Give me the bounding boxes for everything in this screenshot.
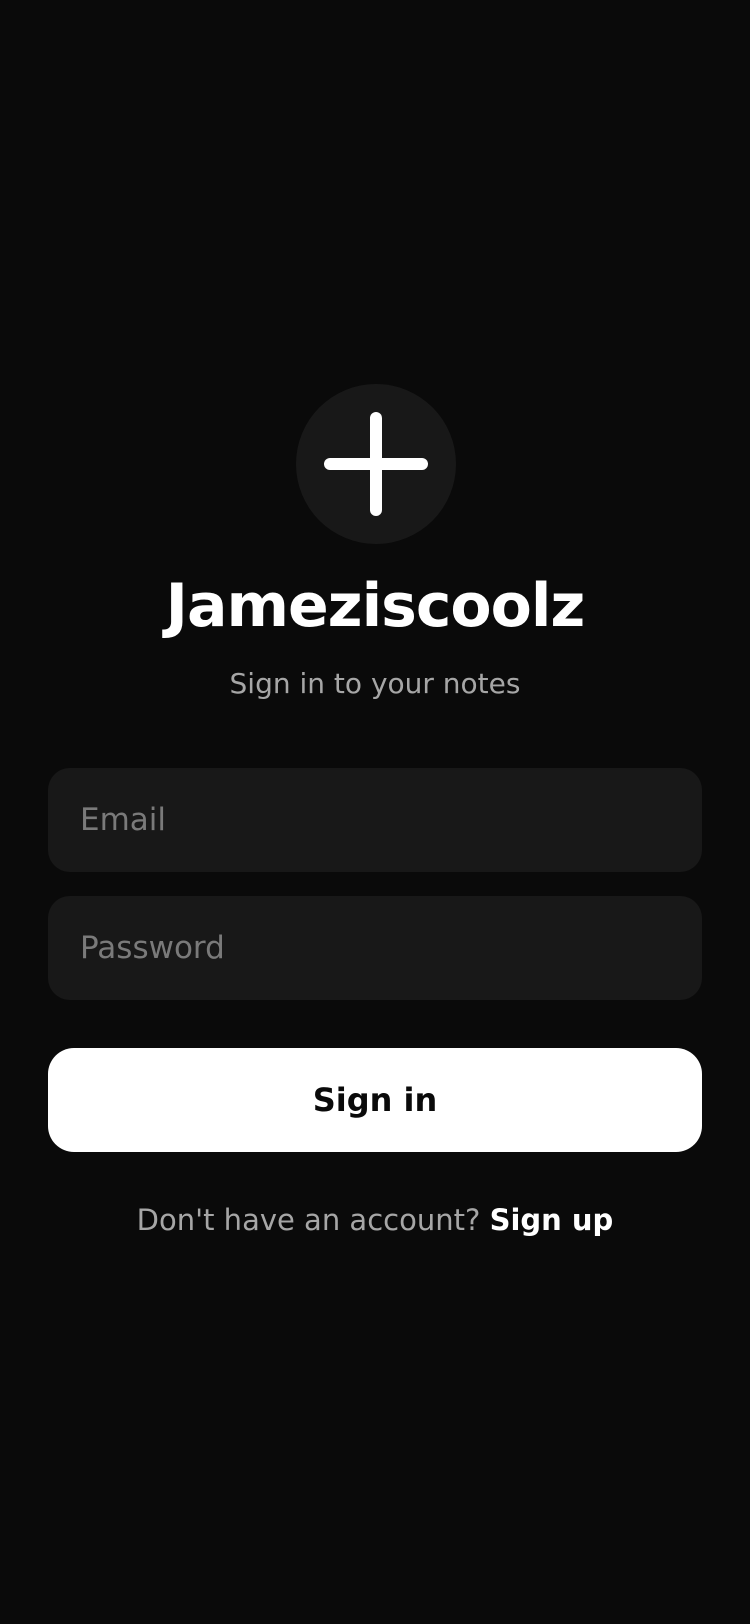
email-field-container [48,768,702,872]
plus-icon [324,412,428,516]
password-input[interactable] [80,896,670,1000]
sign-in-button[interactable]: Sign in [48,1048,702,1152]
app-logo [296,384,456,544]
sign-up-prompt-text: Don't have an account? [136,1203,490,1237]
password-field-container [48,896,702,1000]
sign-up-link[interactable]: Sign up [490,1203,614,1237]
sign-in-screen: Jameziscoolz Sign in to your notes Sign … [0,0,750,1624]
app-title: Jameziscoolz [165,571,586,641]
subtitle: Sign in to your notes [229,667,521,700]
sign-up-prompt: Don't have an account? Sign up [0,1199,750,1241]
email-input[interactable] [80,768,670,872]
